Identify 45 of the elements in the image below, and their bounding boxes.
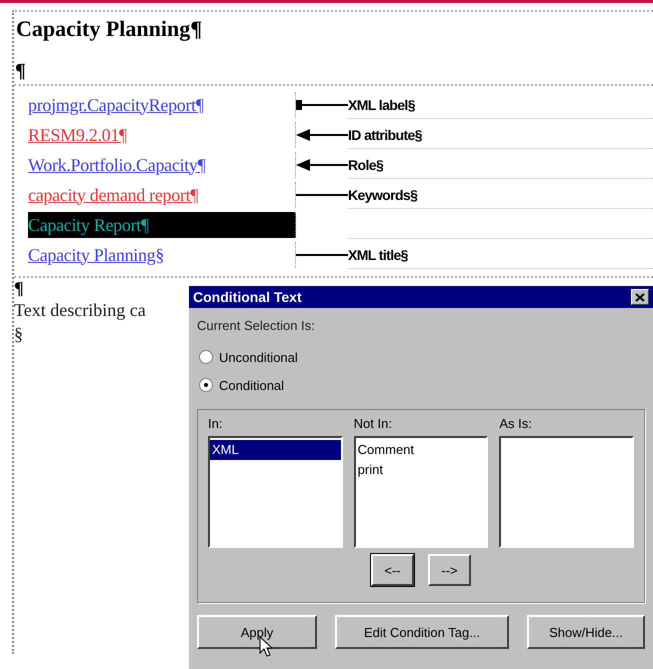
conditional-text: Work.Portfolio.Capacity¶	[28, 154, 206, 176]
leader-line	[296, 98, 348, 112]
paragraph-mark: ¶	[14, 278, 24, 298]
leader-line	[296, 193, 348, 197]
leader-line	[296, 253, 348, 257]
radio-option[interactable]: Conditional	[199, 371, 645, 399]
list-heading: In:	[208, 416, 224, 433]
selection-label: Current Selection Is:	[197, 318, 316, 333]
field-label: ID attribute§	[348, 126, 422, 142]
conditional-text: Capacity Planning§	[28, 244, 164, 266]
radio-label: Conditional	[219, 378, 284, 392]
list-item[interactable]: print	[356, 460, 486, 480]
field-label: Role§	[348, 156, 384, 172]
body-text: Text describing ca	[14, 300, 146, 320]
dialog-button[interactable]: Edit Condition Tag...	[335, 615, 509, 649]
field-label: XML label§	[348, 96, 415, 112]
dialog-button[interactable]: Apply	[197, 615, 317, 649]
list-item[interactable]: Comment	[356, 440, 486, 460]
list-heading: As Is:	[499, 416, 533, 433]
list-box[interactable]: Comment print	[354, 436, 488, 548]
conditional-text: Capacity Report¶	[28, 214, 149, 236]
conditional-text: capacity demand report¶	[28, 184, 198, 206]
radio-button[interactable]	[199, 378, 213, 392]
list-heading: Not In:	[354, 416, 393, 433]
document-heading: Capacity Planning¶	[15, 15, 204, 43]
section-mark: §	[14, 324, 23, 344]
list-item[interactable]: XML	[210, 440, 341, 460]
conditional-text: RESM9.2.01¶	[28, 124, 127, 146]
conditional-text: projmgr.CapacityReport¶	[28, 94, 204, 116]
list-box[interactable]	[499, 436, 634, 548]
move-button[interactable]: -->	[428, 554, 471, 586]
close-button[interactable]	[631, 289, 649, 305]
arrow-icon	[296, 128, 348, 142]
dialog-title: Conditional Text	[193, 289, 302, 305]
move-button[interactable]: <--	[371, 554, 414, 586]
arrow-icon	[296, 158, 348, 172]
close-icon	[635, 292, 645, 302]
dialog-button[interactable]: Show/Hide...	[527, 615, 645, 649]
radio-option[interactable]: Unconditional	[199, 343, 645, 371]
field-label: XML title§	[348, 246, 408, 262]
paragraph-mark: ¶	[14, 59, 27, 84]
radio-button[interactable]	[199, 350, 213, 364]
radio-label: Unconditional	[219, 350, 298, 364]
list-box[interactable]: XML	[208, 436, 343, 548]
field-label: Keywords§	[348, 186, 418, 202]
